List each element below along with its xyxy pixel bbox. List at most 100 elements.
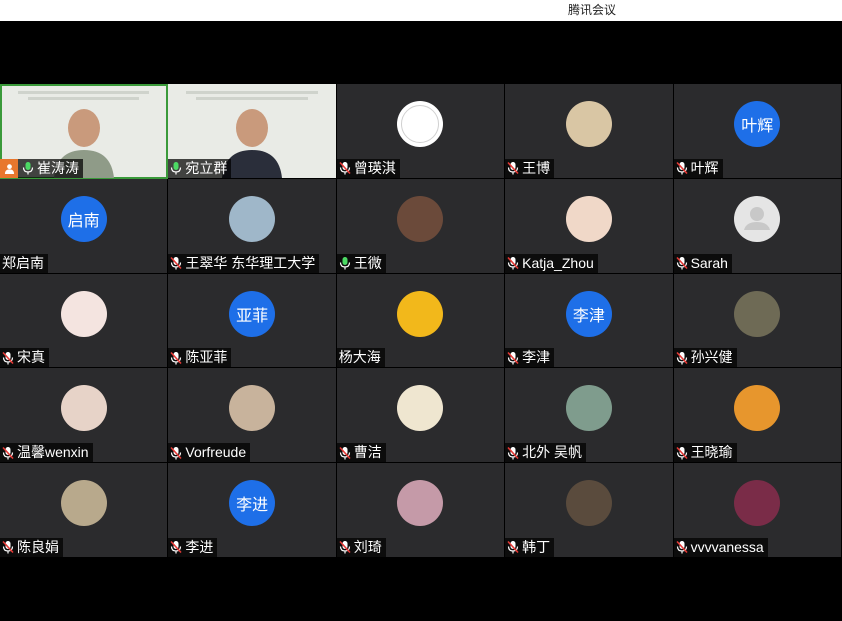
participant-name: 王微 bbox=[353, 254, 382, 271]
mic-muted-icon bbox=[507, 351, 519, 365]
participant-grid: 崔涛涛 宛立群 曾瑛淇 王博 叶辉 叶辉 启南 郑启南 王翠华 东华理工大学 王微 Katja_Zh… bbox=[0, 84, 842, 558]
participant-name: Vorfreude bbox=[185, 444, 247, 461]
participant-name: 刘琦 bbox=[353, 538, 382, 555]
participant-label: vvvvanessa bbox=[673, 537, 768, 557]
mic-icon bbox=[339, 257, 350, 270]
avatar: 亚菲 bbox=[229, 290, 276, 337]
participant-tile[interactable]: 王晓瑜 bbox=[673, 368, 842, 464]
host-icon bbox=[0, 158, 18, 178]
default-user-icon bbox=[744, 206, 771, 230]
mic-muted-icon bbox=[170, 351, 182, 365]
participant-tile[interactable]: 温馨wenxin bbox=[0, 368, 169, 464]
mic-muted-icon bbox=[339, 541, 351, 554]
participant-tile[interactable]: 叶辉 叶辉 bbox=[673, 84, 842, 179]
participant-tile[interactable]: 李津 李津 bbox=[505, 273, 674, 369]
mic-muted-icon bbox=[675, 162, 688, 175]
participant-label: 郑启南 bbox=[0, 253, 48, 273]
mic-muted-icon bbox=[2, 541, 14, 554]
avatar bbox=[397, 290, 444, 337]
avatar bbox=[397, 385, 444, 432]
participant-label: 陈亚菲 bbox=[168, 348, 232, 368]
avatar bbox=[397, 195, 444, 242]
participant-tile[interactable]: 韩丁 bbox=[505, 463, 674, 558]
mic-muted-icon bbox=[2, 351, 14, 365]
participant-tile[interactable]: 孙兴健 bbox=[673, 273, 842, 369]
participant-label: 李津 bbox=[505, 348, 555, 368]
participant-tile[interactable]: 王微 bbox=[336, 178, 506, 274]
mic-muted-icon bbox=[170, 541, 182, 554]
participant-label: 孙兴健 bbox=[673, 348, 737, 368]
avatar bbox=[565, 480, 612, 527]
participant-label: 韩丁 bbox=[505, 537, 555, 557]
participant-name: 王晓瑜 bbox=[690, 444, 733, 461]
window-title: 腾讯会议 bbox=[568, 3, 617, 17]
mic-muted-icon bbox=[675, 446, 688, 460]
mic-muted-icon bbox=[675, 351, 688, 365]
participant-tile[interactable]: 崔涛涛 bbox=[0, 84, 169, 179]
participant-tile[interactable]: 曾瑛淇 bbox=[336, 84, 506, 179]
participant-tile[interactable]: 宛立群 bbox=[168, 84, 337, 179]
participant-tile[interactable]: vvvvanessa bbox=[673, 463, 842, 558]
avatar bbox=[60, 385, 107, 432]
mic-icon bbox=[171, 162, 182, 175]
participant-label: Katja_Zhou bbox=[505, 253, 598, 273]
participant-label: 杨大海 bbox=[336, 348, 385, 368]
participant-tile[interactable]: 曹洁 bbox=[336, 368, 506, 464]
participant-tile[interactable]: Katja_Zhou bbox=[505, 178, 674, 274]
participant-label: 叶辉 bbox=[673, 158, 723, 178]
participant-name: 陈良娟 bbox=[17, 538, 59, 555]
mic-muted-icon bbox=[507, 541, 519, 554]
participant-tile[interactable]: 王博 bbox=[505, 84, 674, 179]
participant-tile[interactable]: 启南 郑启南 bbox=[0, 178, 169, 274]
avatar bbox=[565, 385, 612, 432]
avatar bbox=[60, 480, 107, 527]
avatar bbox=[60, 290, 107, 337]
avatar bbox=[229, 385, 276, 432]
participant-tile[interactable]: 陈良娟 bbox=[0, 463, 169, 558]
title-bar: 腾讯会议 bbox=[0, 0, 842, 21]
avatar bbox=[734, 385, 781, 432]
avatar: 叶辉 bbox=[734, 101, 781, 147]
participant-tile[interactable]: 刘琦 bbox=[336, 463, 506, 558]
participant-name: 曹洁 bbox=[353, 444, 382, 461]
mic-muted-icon bbox=[170, 257, 182, 270]
participant-name: 孙兴健 bbox=[690, 349, 733, 366]
avatar: 启南 bbox=[60, 195, 107, 242]
participant-label: 宋真 bbox=[0, 348, 49, 368]
mic-muted-icon bbox=[339, 162, 351, 175]
participant-tile[interactable]: 宋真 bbox=[0, 273, 169, 369]
avatar bbox=[397, 101, 444, 147]
participant-tile[interactable]: Sarah bbox=[673, 178, 842, 274]
participant-name: Katja_Zhou bbox=[522, 254, 594, 271]
participant-tile[interactable]: 亚菲 陈亚菲 bbox=[168, 273, 337, 369]
participant-tile[interactable]: 杨大海 bbox=[336, 273, 506, 369]
avatar bbox=[229, 195, 276, 242]
mic-muted-icon bbox=[2, 446, 14, 460]
mic-muted-icon bbox=[339, 446, 351, 460]
participant-label: 曾瑛淇 bbox=[336, 158, 400, 178]
participant-tile[interactable]: 王翠华 东华理工大学 bbox=[168, 178, 337, 274]
participant-label: 李进 bbox=[168, 537, 218, 557]
participant-name: 曾瑛淇 bbox=[353, 159, 396, 176]
participant-name: 郑启南 bbox=[2, 254, 44, 271]
participant-label: 曹洁 bbox=[336, 443, 386, 463]
participant-name: 温馨wenxin bbox=[17, 444, 89, 461]
participant-label: 王博 bbox=[505, 158, 555, 178]
participant-name: vvvvanessa bbox=[690, 538, 764, 555]
participant-name: 宋真 bbox=[17, 349, 45, 366]
participant-tile[interactable]: Vorfreude bbox=[168, 368, 337, 464]
mic-muted-icon bbox=[507, 257, 519, 270]
avatar bbox=[734, 480, 781, 527]
participant-label: 陈良娟 bbox=[0, 537, 63, 557]
participant-tile[interactable]: 北外 吴帆 bbox=[505, 368, 674, 464]
participant-name: 陈亚菲 bbox=[185, 349, 228, 366]
participant-name: 宛立群 bbox=[185, 159, 228, 176]
participant-label: 崔涛涛 bbox=[0, 158, 83, 178]
participant-tile[interactable]: 李进 李进 bbox=[168, 463, 337, 558]
participant-label: 王翠华 东华理工大学 bbox=[168, 253, 320, 273]
participant-name: 崔涛涛 bbox=[37, 159, 79, 176]
participant-name: 北外 吴帆 bbox=[522, 444, 583, 461]
participant-name: 韩丁 bbox=[522, 538, 551, 555]
participant-name: 李进 bbox=[185, 538, 214, 555]
avatar bbox=[734, 195, 781, 242]
